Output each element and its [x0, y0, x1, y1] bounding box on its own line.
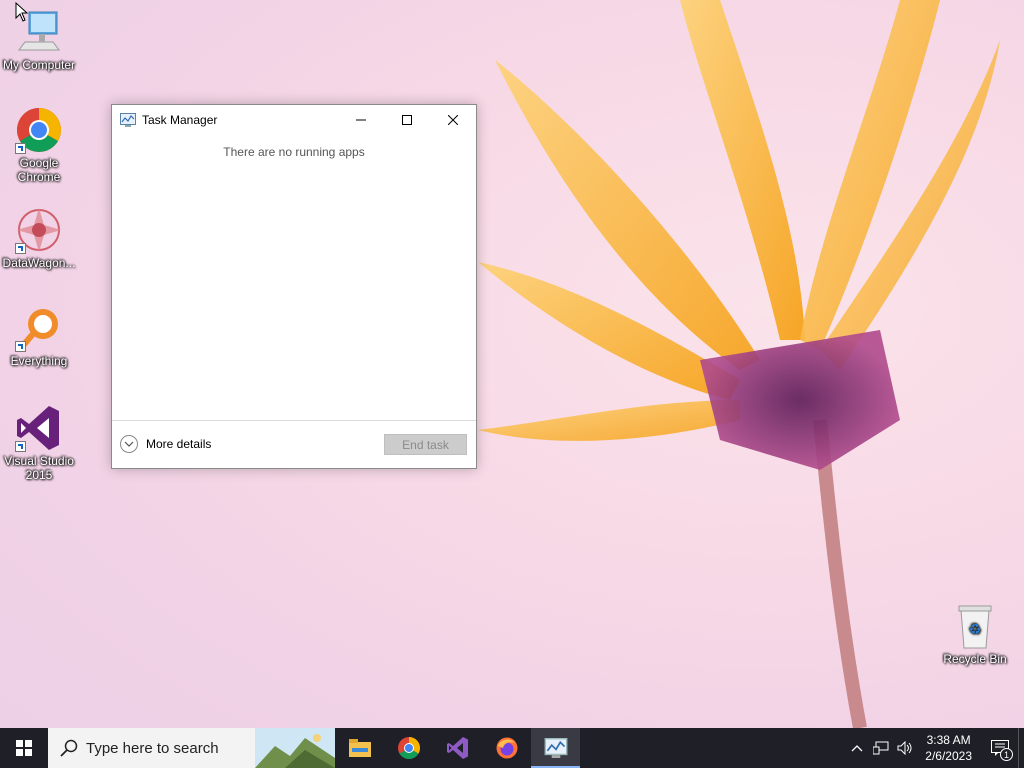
search-placeholder: Type here to search — [86, 739, 219, 757]
shortcut-arrow-icon — [15, 243, 26, 254]
shortcut-arrow-icon — [15, 341, 26, 352]
network-button[interactable] — [869, 728, 893, 768]
mouse-cursor-icon — [15, 2, 29, 22]
chrome-icon — [15, 106, 63, 154]
desktop-icon-label: Google Chrome — [17, 156, 61, 184]
taskbar-chrome[interactable] — [384, 728, 433, 768]
notification-count-badge: 1 — [1000, 748, 1013, 761]
speaker-icon — [897, 741, 912, 755]
show-desktop-button[interactable] — [1018, 728, 1024, 768]
desktop-icon-my-computer[interactable]: My Computer — [0, 8, 78, 72]
desktop-icon-label: Recycle Bin — [943, 652, 1007, 666]
desktop-icon-google-chrome[interactable]: Google Chrome — [0, 106, 78, 184]
chevron-down-icon — [120, 435, 138, 453]
task-manager-icon — [120, 113, 136, 127]
more-details-label: More details — [146, 437, 212, 451]
network-icon — [873, 741, 889, 755]
clock[interactable]: 3:38 AM 2/6/2023 — [925, 732, 972, 764]
shortcut-arrow-icon — [15, 441, 26, 452]
desktop-icon-label: Visual Studio 2015 — [4, 454, 74, 482]
everything-search-icon — [15, 304, 63, 352]
file-explorer-icon — [348, 739, 371, 757]
desktop-icon-everything[interactable]: Everything — [0, 304, 78, 368]
desktop-icon-recycle-bin[interactable]: ♻ Recycle Bin — [936, 602, 1014, 666]
desktop-icon-label: DataWagon... — [2, 256, 76, 270]
chrome-icon — [397, 737, 420, 759]
maximize-button[interactable] — [384, 105, 430, 135]
close-icon — [448, 115, 458, 125]
clock-date: 2/6/2023 — [925, 749, 972, 763]
window-title: Task Manager — [142, 113, 218, 127]
end-task-button[interactable]: End task — [384, 434, 467, 455]
recycle-bin-icon: ♻ — [951, 602, 999, 650]
desktop-icon-datawagon[interactable]: DataWagon... — [0, 206, 78, 270]
taskbar-visual-studio[interactable] — [433, 728, 482, 768]
start-button[interactable] — [0, 728, 48, 768]
datawagon-icon — [15, 206, 63, 254]
desktop-icon-visual-studio[interactable]: Visual Studio 2015 — [0, 404, 78, 482]
clock-time: 3:38 AM — [926, 733, 971, 747]
task-manager-icon — [544, 738, 567, 758]
desktop-icon-label: My Computer — [2, 58, 76, 72]
title-bar[interactable]: Task Manager — [112, 105, 476, 135]
system-tray: 3:38 AM 2/6/2023 1 — [845, 728, 1024, 768]
firefox-icon — [496, 737, 517, 759]
shortcut-arrow-icon — [15, 143, 26, 154]
show-hidden-icons-button[interactable] — [845, 728, 869, 768]
close-button[interactable] — [430, 105, 476, 135]
svg-text:♻: ♻ — [969, 622, 982, 638]
taskbar-firefox[interactable] — [482, 728, 531, 768]
more-details-toggle[interactable]: More details — [120, 435, 211, 453]
taskbar-task-manager[interactable] — [531, 728, 580, 768]
empty-apps-message: There are no running apps — [223, 145, 365, 159]
visual-studio-icon — [446, 737, 468, 759]
taskbar: Type here to search 3:38 AM 2/6/2023 1 — [0, 728, 1024, 768]
search-box[interactable]: Type here to search — [48, 728, 335, 768]
maximize-icon — [402, 115, 412, 125]
visual-studio-icon — [15, 404, 63, 452]
task-manager-window: Task Manager There are no running apps M… — [111, 104, 477, 469]
search-icon — [60, 739, 78, 757]
taskbar-file-explorer[interactable] — [335, 728, 384, 768]
minimize-icon — [356, 119, 366, 121]
footer: More details End task — [112, 420, 476, 468]
chevron-up-icon — [851, 745, 863, 752]
minimize-button[interactable] — [338, 105, 384, 135]
desktop-icon-label: Everything — [10, 354, 68, 368]
search-highlight-illustration — [255, 728, 335, 768]
action-center-button[interactable]: 1 — [982, 728, 1018, 768]
volume-button[interactable] — [893, 728, 917, 768]
windows-logo-icon — [16, 740, 32, 756]
